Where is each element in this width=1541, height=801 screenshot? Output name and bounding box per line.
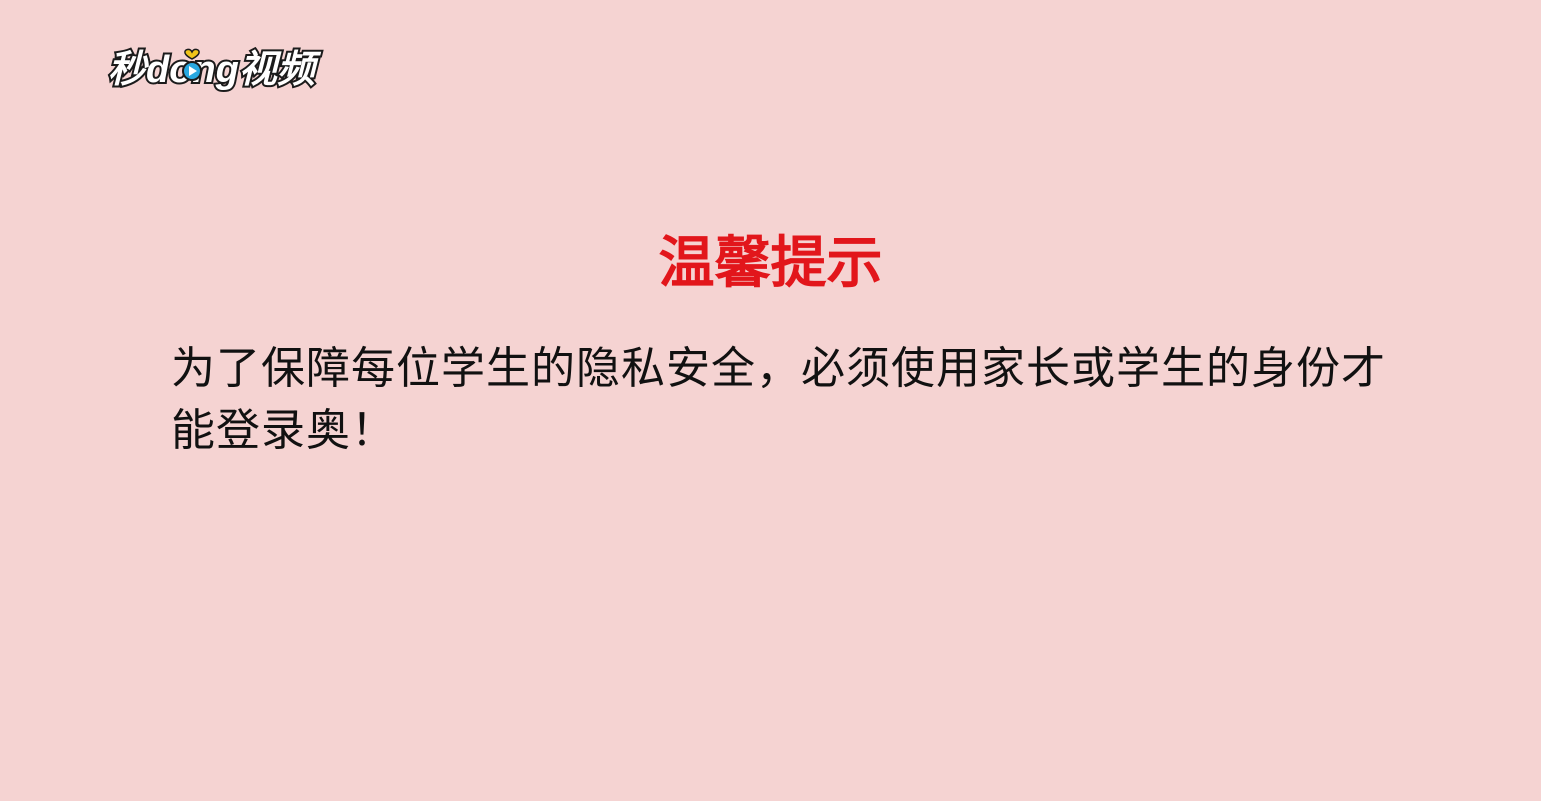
notice-body: 为了保障每位学生的隐私安全，必须使用家长或学生的身份才能登录奥！ bbox=[171, 343, 1386, 456]
play-icon bbox=[182, 61, 202, 81]
brand-logo-mark: 秒dong视频 bbox=[106, 47, 324, 93]
video-frame: { "logo": { "text": "秒dong视频", "colors":… bbox=[0, 0, 1541, 801]
brand-logo-text: 秒dong视频 bbox=[108, 49, 322, 91]
notice-title: 温馨提示 bbox=[658, 231, 883, 296]
brand-logo: 秒dong视频 bbox=[104, 40, 334, 100]
